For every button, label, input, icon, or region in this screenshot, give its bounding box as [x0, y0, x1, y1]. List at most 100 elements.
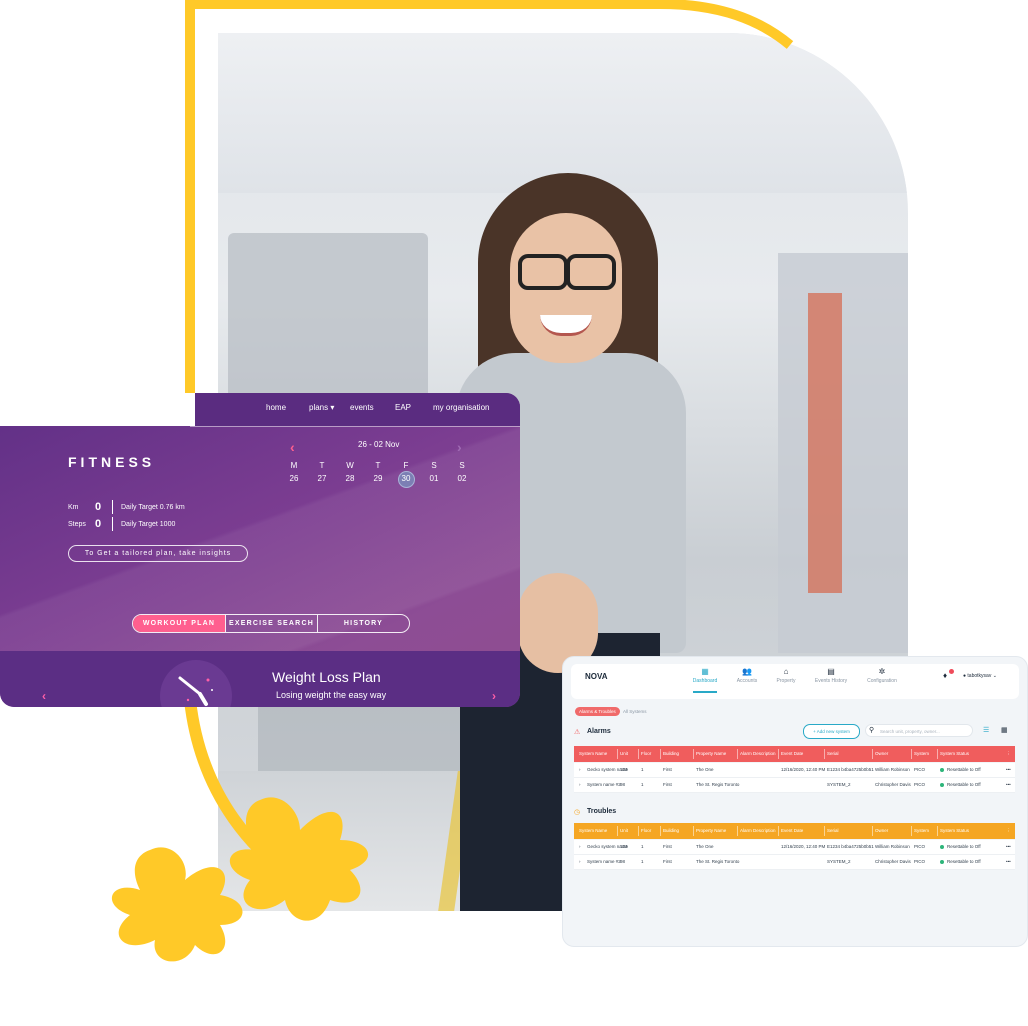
tab-exercise-search[interactable]: EXERCISE SEARCH: [226, 615, 317, 632]
alarms-table-header: System Name Unit Floor Building Property Nam…: [574, 746, 1015, 772]
steps-value: 0: [95, 518, 102, 530]
table-cell: First: [663, 859, 672, 864]
nav-events-history[interactable]: ▤ Events History: [806, 667, 856, 684]
row-actions-icon[interactable]: •••: [1006, 855, 1011, 869]
nav-configuration[interactable]: ✲ Configuration: [857, 667, 907, 684]
column-header[interactable]: Unit: [620, 823, 640, 839]
column-divider: [638, 826, 639, 836]
table-cell: Resettable to Off: [947, 844, 981, 849]
column-header[interactable]: Floor: [641, 746, 661, 762]
weekday-label: W: [346, 461, 354, 470]
table-cell: PICO: [914, 844, 926, 849]
table-cell: Resettable to Off: [947, 859, 981, 864]
grid-view-icon[interactable]: ▦: [1001, 726, 1008, 734]
add-new-system-button[interactable]: + Add new system: [803, 724, 860, 739]
row-actions-icon[interactable]: •••: [1006, 778, 1011, 792]
column-header[interactable]: System Status: [940, 823, 1010, 839]
column-divider: [824, 826, 825, 836]
table-cell: 98: [620, 782, 626, 787]
carousel-prev-icon[interactable]: ‹: [42, 689, 46, 703]
calendar-next-icon[interactable]: ›: [457, 439, 462, 455]
calendar-date-selected[interactable]: 30: [396, 474, 416, 483]
column-divider: [937, 749, 938, 759]
column-header[interactable]: Floor: [641, 823, 661, 839]
column-divider: [737, 749, 738, 759]
column-header[interactable]: System Type: [914, 823, 938, 849]
alarms-title: Alarms: [587, 728, 611, 735]
table-cell: 1: [641, 782, 644, 787]
status-dot: [940, 845, 944, 849]
table-cell: System name #2: [587, 859, 621, 864]
bell-icon[interactable]: ♦: [943, 671, 947, 680]
tab-history[interactable]: HISTORY: [318, 615, 409, 632]
column-header[interactable]: Owner: [875, 746, 913, 762]
expand-row-icon[interactable]: ›: [579, 778, 581, 792]
table-cell: 133: [620, 844, 628, 849]
column-divider: [693, 826, 694, 836]
search-input[interactable]: Search unit, property, owner...: [865, 724, 973, 737]
column-header[interactable]: System Name: [579, 823, 619, 839]
weekday-label: S: [459, 461, 465, 470]
filter-all-systems[interactable]: All Systems: [623, 707, 647, 716]
column-header[interactable]: Property Name: [696, 746, 738, 762]
table-row[interactable]: › System name #2 98 1 First The St. Regis Tor…: [574, 778, 1015, 793]
more-options-icon[interactable]: ⋮: [1006, 823, 1011, 839]
table-cell: PICO: [914, 859, 926, 864]
row-actions-icon[interactable]: •••: [1006, 763, 1011, 777]
column-header[interactable]: System Name: [579, 746, 619, 762]
take-insights-button[interactable]: To Get a tailored plan, take insights: [68, 545, 248, 562]
column-header[interactable]: Event Date: [781, 746, 826, 762]
column-header[interactable]: Unit: [620, 746, 640, 762]
column-header[interactable]: Building: [663, 823, 695, 839]
nav-plans[interactable]: plans ▾: [309, 403, 334, 412]
column-header[interactable]: Owner: [875, 823, 913, 839]
user-menu[interactable]: ● tabotkysav ⌄: [963, 673, 997, 679]
expand-row-icon[interactable]: ›: [579, 763, 581, 777]
table-row[interactable]: › Gecko system name 133 1 First The One 12/16/…: [574, 763, 1015, 778]
column-header[interactable]: Alarm Description: [740, 746, 780, 762]
tab-workout-plan[interactable]: WORKOUT PLAN: [133, 615, 225, 632]
nav-home[interactable]: home: [266, 403, 286, 412]
column-header[interactable]: Event Date: [781, 823, 826, 839]
column-divider: [638, 749, 639, 759]
column-header[interactable]: Serial: [827, 823, 874, 839]
nav-events[interactable]: events: [350, 403, 374, 412]
table-cell: PICO: [914, 767, 926, 772]
column-divider: [737, 826, 738, 836]
list-view-icon[interactable]: ☰: [983, 726, 989, 734]
calendar-date[interactable]: 01: [424, 474, 444, 483]
calendar-date[interactable]: 02: [452, 474, 472, 483]
nav-eap[interactable]: EAP: [395, 403, 411, 412]
table-cell: First: [663, 844, 672, 849]
weekday-label: T: [319, 461, 325, 470]
calendar-prev-icon[interactable]: ‹: [290, 439, 295, 455]
more-options-icon[interactable]: ⋮: [1006, 746, 1011, 762]
table-cell: 1: [641, 844, 644, 849]
table-row[interactable]: › Gecko system name 133 1 First The One 12/16/…: [574, 840, 1015, 855]
table-cell: The St. Regis Toronto: [696, 782, 740, 787]
calendar-date[interactable]: 26: [284, 474, 304, 483]
column-header[interactable]: Serial: [827, 746, 874, 762]
calendar-date[interactable]: 29: [368, 474, 388, 483]
table-cell: William Robinson: [875, 844, 910, 849]
calendar-date[interactable]: 28: [340, 474, 360, 483]
filter-alarms-troubles[interactable]: Alarms & Troubles: [575, 707, 620, 716]
km-label: Km: [68, 504, 79, 511]
column-divider: [617, 826, 618, 836]
column-header[interactable]: System Type: [914, 746, 938, 772]
row-actions-icon[interactable]: •••: [1006, 840, 1011, 854]
calendar-date[interactable]: 27: [312, 474, 332, 483]
expand-row-icon[interactable]: ›: [579, 840, 581, 854]
column-header[interactable]: Property Name: [696, 823, 738, 839]
table-cell: Christopher Davis: [875, 782, 911, 787]
nav-property[interactable]: ⌂ Property: [761, 667, 811, 684]
nav-my-organisation[interactable]: my organisation: [433, 403, 489, 412]
plan-carousel: [0, 651, 520, 707]
carousel-next-icon[interactable]: ›: [492, 689, 496, 703]
column-header[interactable]: Alarm Description: [740, 823, 780, 839]
column-header[interactable]: System Status: [940, 746, 1010, 762]
table-cell: Christopher Davis: [875, 859, 911, 864]
table-row[interactable]: › System name #2 98 1 First The St. Regis Tor…: [574, 855, 1015, 870]
expand-row-icon[interactable]: ›: [579, 855, 581, 869]
column-header[interactable]: Building: [663, 746, 695, 762]
